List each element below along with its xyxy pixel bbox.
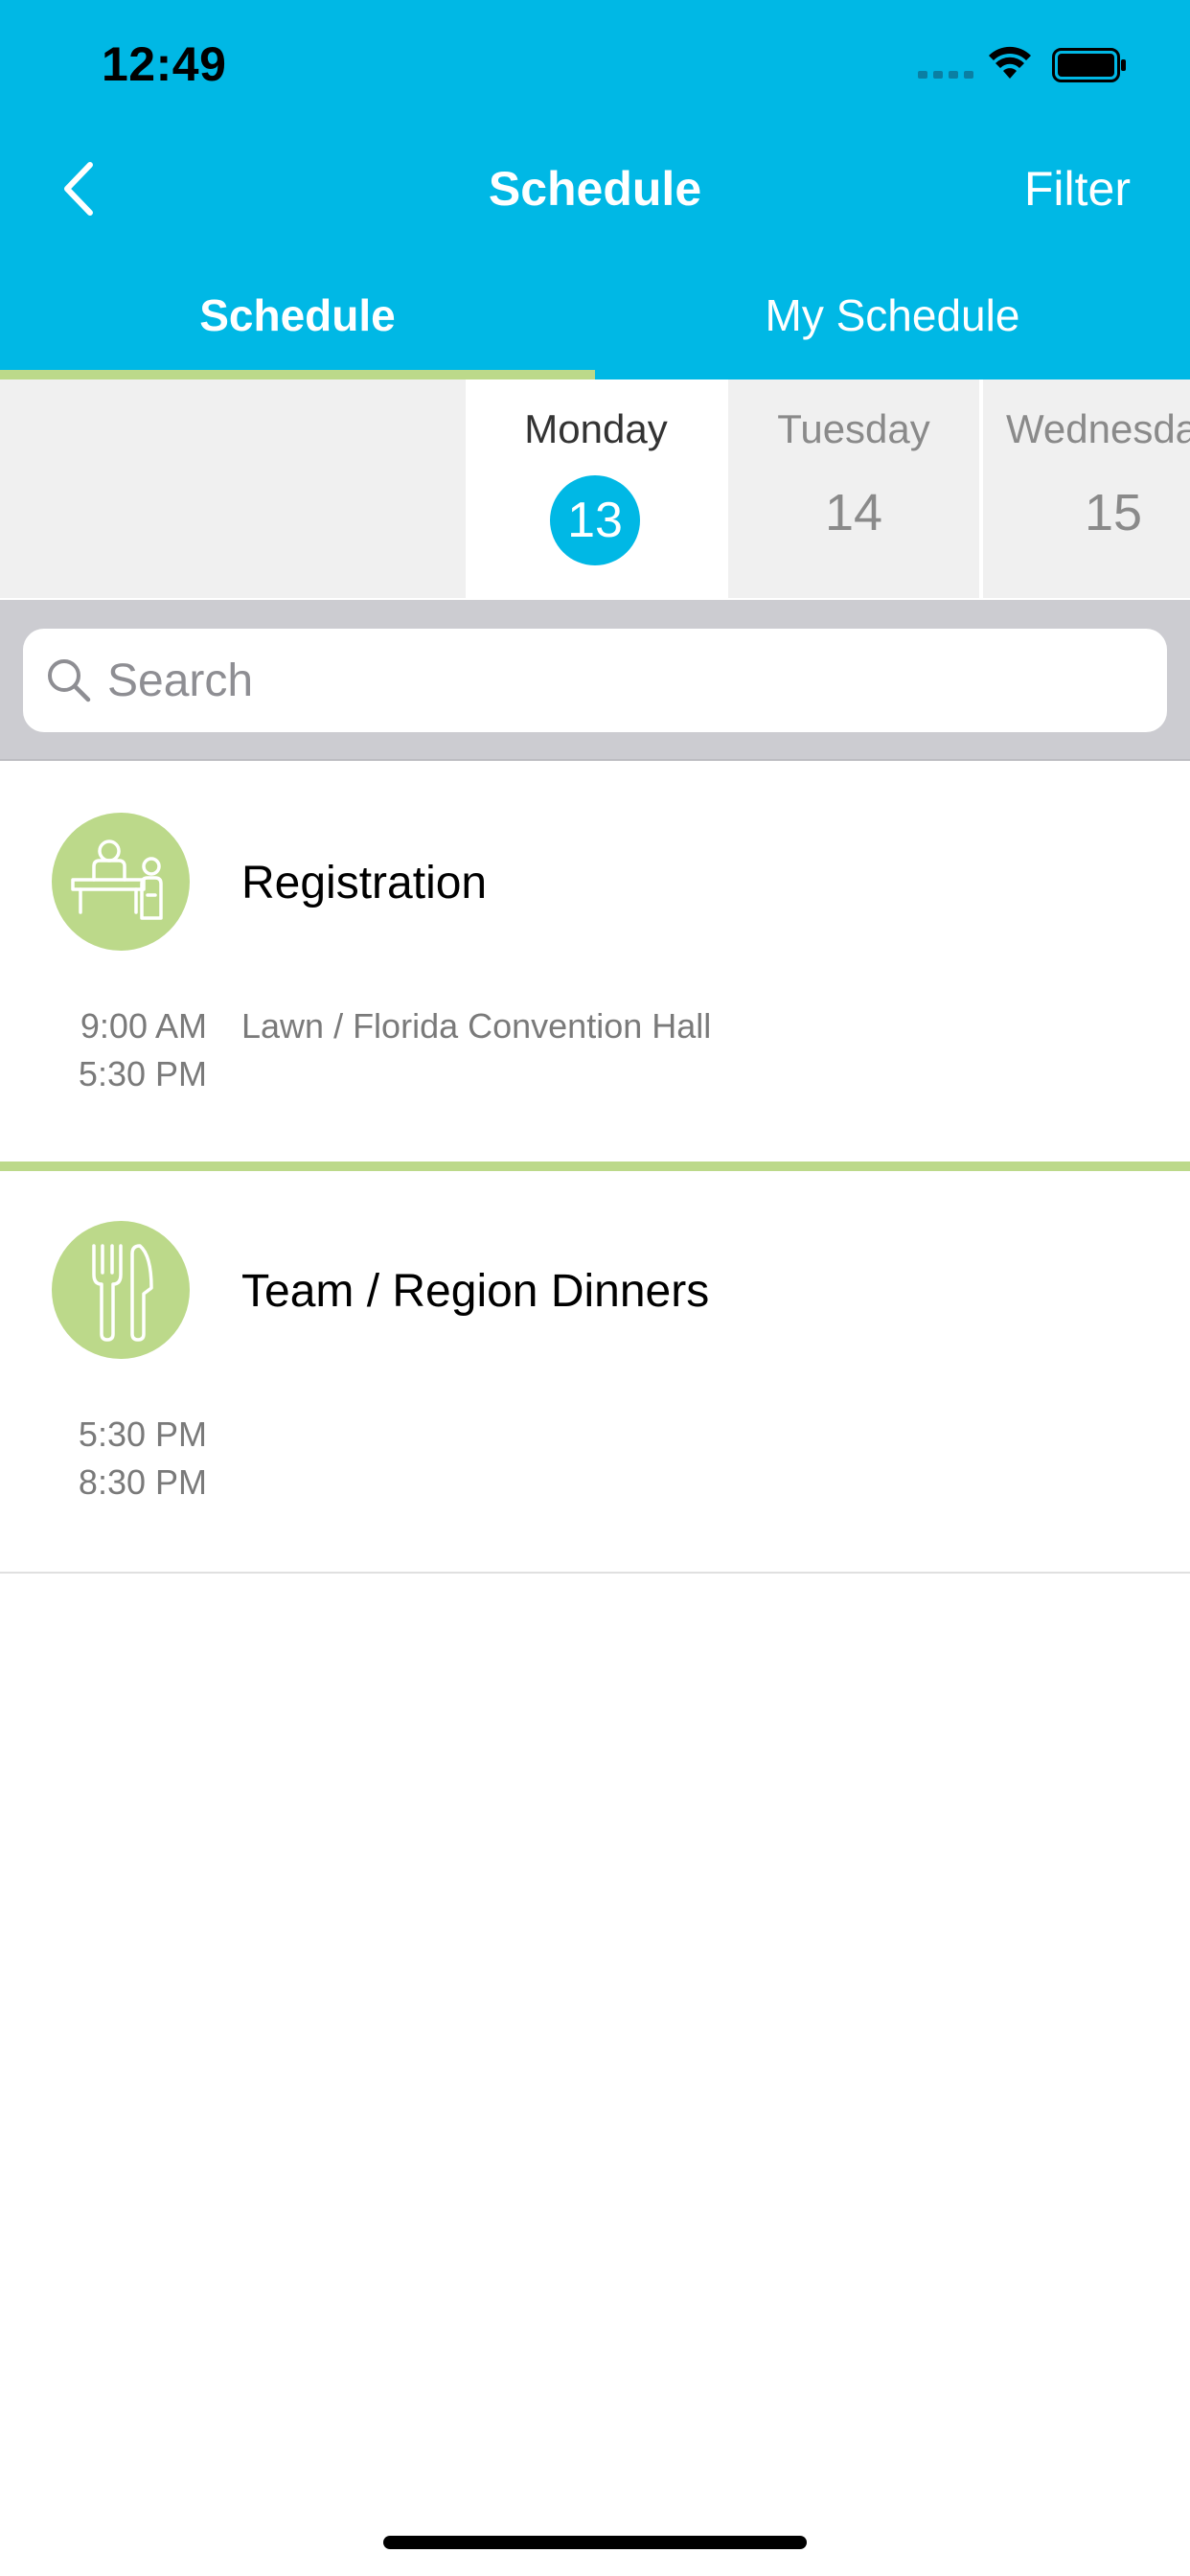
event-location: Lawn / Florida Convention Hall <box>241 1006 712 1046</box>
day-selector: Monday 13 Tuesday 14 Wednesday 15 <box>0 380 1190 598</box>
battery-icon <box>1052 48 1126 82</box>
schedule-tabs: Schedule My Schedule <box>0 284 1190 380</box>
tab-my-schedule[interactable]: My Schedule <box>595 284 1190 380</box>
status-time: 12:49 <box>102 37 227 91</box>
event-start-time: 5:30 PM <box>78 1414 207 1454</box>
event-title: Registration <box>241 858 488 908</box>
event-icon <box>52 813 190 951</box>
day-name: Wednesday <box>1006 406 1190 451</box>
wifi-icon <box>989 46 1031 79</box>
fork-knife-icon <box>92 1244 153 1342</box>
event-times: 5:30 PM 8:30 PM <box>19 1411 207 1506</box>
day-number: 15 <box>1085 484 1143 541</box>
event-start-time: 9:00 AM <box>80 1006 207 1046</box>
search-icon <box>48 659 91 702</box>
cellular-signal-icon <box>918 71 973 79</box>
header: 12:49 Schedule Filter Schedule My Schedu… <box>0 0 1190 380</box>
search-bar <box>0 600 1190 761</box>
event-icon <box>52 1221 190 1359</box>
day-monday[interactable]: Monday 13 <box>466 380 726 598</box>
event-end-time: 5:30 PM <box>78 1054 207 1093</box>
tab-schedule[interactable]: Schedule <box>0 284 595 380</box>
page-title: Schedule <box>488 162 702 216</box>
event-divider <box>0 1162 1190 1171</box>
day-number: 14 <box>824 484 883 541</box>
back-chevron-icon[interactable] <box>56 157 103 220</box>
registration-desk-icon <box>71 840 163 920</box>
event-registration[interactable]: Registration 9:00 AM 5:30 PM Lawn / Flor… <box>0 763 1190 1160</box>
day-name: Tuesday <box>777 406 930 451</box>
active-tab-indicator <box>0 370 595 380</box>
day-name: Monday <box>524 406 668 451</box>
event-title: Team / Region Dinners <box>241 1266 710 1317</box>
event-team-region-dinners[interactable]: Team / Region Dinners 5:30 PM 8:30 PM <box>0 1171 1190 1572</box>
search-input[interactable] <box>107 629 1142 732</box>
event-times: 9:00 AM 5:30 PM <box>19 1002 207 1098</box>
search-field[interactable] <box>23 629 1167 732</box>
list-divider <box>0 1572 1190 1574</box>
home-indicator[interactable] <box>383 2536 807 2549</box>
selected-day-number: 13 <box>550 475 640 565</box>
day-wednesday[interactable]: Wednesday 15 <box>983 380 1190 598</box>
filter-button[interactable]: Filter <box>1024 161 1131 217</box>
event-end-time: 8:30 PM <box>78 1462 207 1502</box>
day-tuesday[interactable]: Tuesday 14 <box>728 380 979 598</box>
